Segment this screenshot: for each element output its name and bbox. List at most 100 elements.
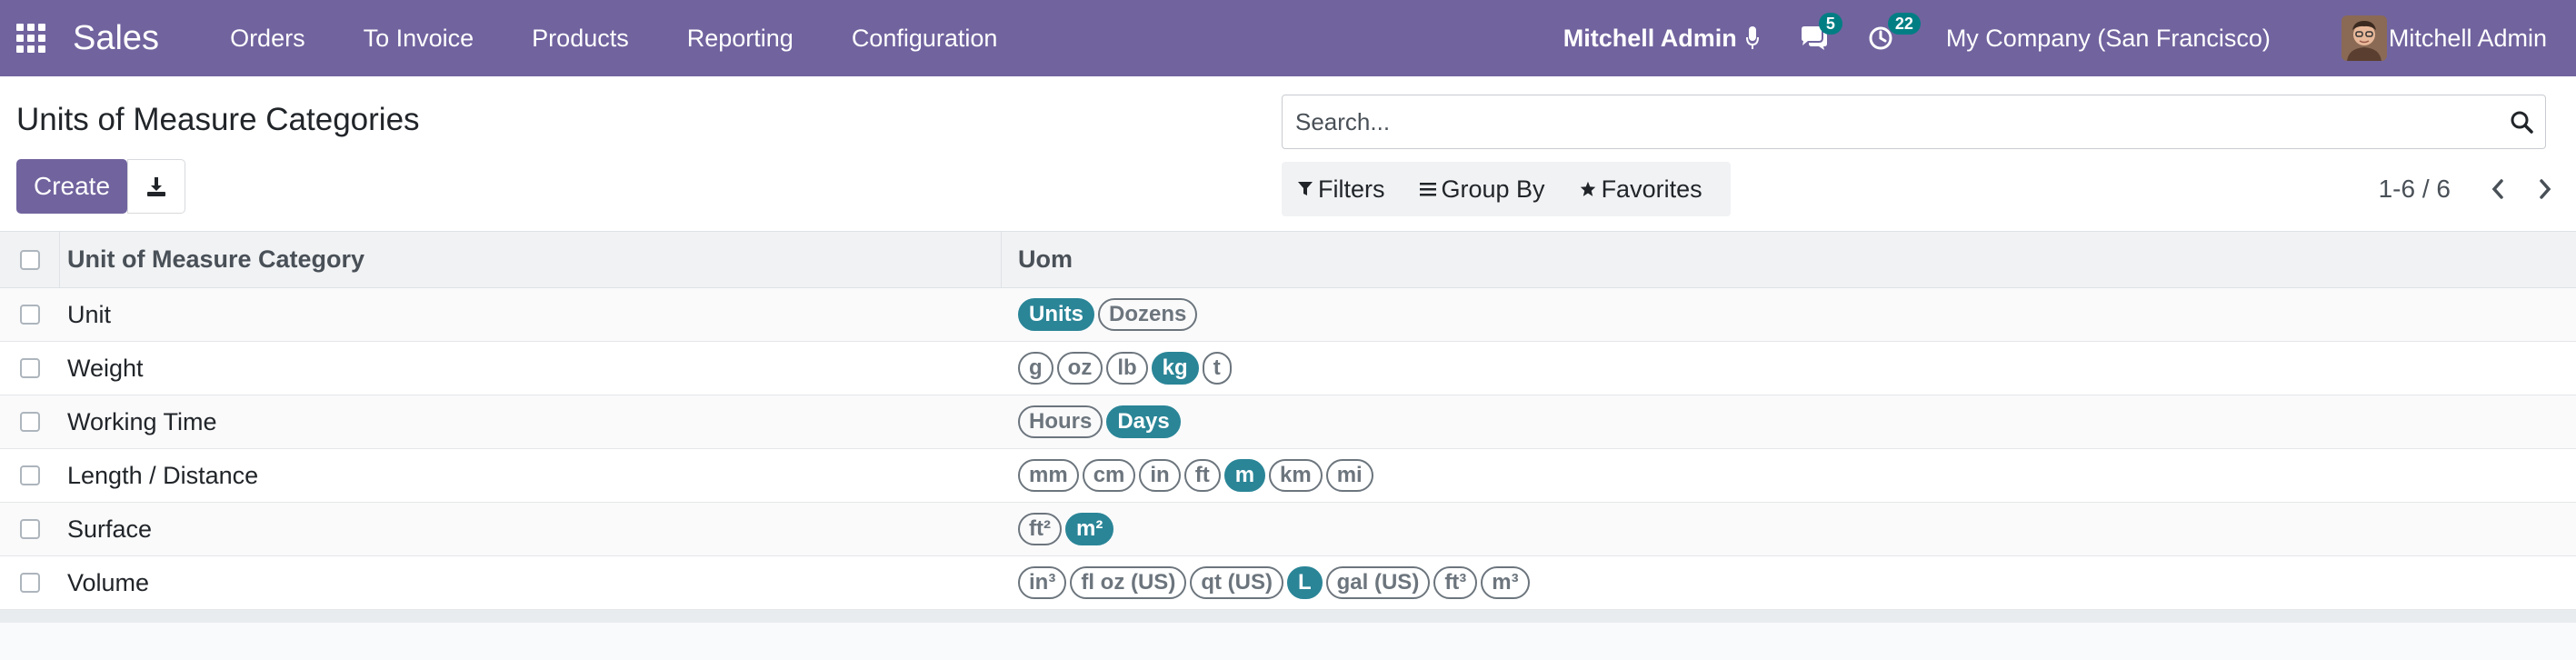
activities-menu[interactable]: 22: [1868, 13, 1921, 51]
pager-next-button[interactable]: [2529, 169, 2561, 209]
table-row[interactable]: Volume in³ fl oz (US) qt (US) Lgal (US) ft³ m³: [0, 556, 2576, 610]
create-button[interactable]: Create: [16, 159, 127, 214]
row-select-cell: [0, 342, 60, 395]
search-icon: [2511, 111, 2533, 134]
messages-badge: 5: [1818, 13, 1842, 35]
uom-tag: in: [1139, 459, 1181, 492]
cell-category[interactable]: Unit: [60, 288, 1002, 341]
row-checkbox[interactable]: [19, 412, 40, 432]
column-header-uom[interactable]: Uom: [1002, 232, 2576, 287]
uom-tags: in³ fl oz (US) qt (US) Lgal (US) ft³ m³: [1018, 566, 1533, 599]
column-header-category[interactable]: Unit of Measure Category: [60, 232, 1002, 287]
row-select-cell: [0, 288, 60, 341]
star-icon: [1580, 181, 1595, 196]
uom-tag: lb: [1106, 352, 1148, 385]
table-footer: [0, 610, 2576, 623]
group-by-label: Group By: [1441, 175, 1545, 203]
messages-menu[interactable]: 5: [1799, 13, 1842, 51]
uom-tag-reference: Days: [1106, 405, 1181, 438]
uom-tag: Hours: [1018, 405, 1103, 438]
uom-tag-reference: Units: [1018, 298, 1094, 331]
avatar[interactable]: [2341, 15, 2387, 61]
microphone-icon[interactable]: [1745, 26, 1759, 50]
search-button[interactable]: [2498, 95, 2545, 148]
select-all-cell: [0, 232, 60, 287]
uom-tags: ft² m²: [1018, 513, 1117, 545]
search-input[interactable]: [1283, 107, 2498, 136]
top-navbar: Sales Orders To Invoice Products Reporti…: [0, 0, 2576, 76]
uom-tag: in³: [1018, 566, 1067, 599]
control-panel: Units of Measure Categories Create Filte…: [0, 76, 2576, 232]
cell-category[interactable]: Length / Distance: [60, 449, 1002, 502]
uom-tag-reference: m²: [1064, 513, 1114, 545]
table-row[interactable]: Weight g oz lb kg t: [0, 342, 2576, 395]
cell-uom[interactable]: mm cm in ft m km mi: [1002, 449, 2576, 502]
company-switcher[interactable]: My Company (San Francisco): [1946, 25, 2271, 53]
uom-tag: fl oz (US): [1070, 566, 1187, 599]
menu-products[interactable]: Products: [532, 25, 629, 53]
row-checkbox[interactable]: [19, 573, 40, 593]
table-row[interactable]: Working Time Hours Days: [0, 395, 2576, 449]
user-menu[interactable]: Mitchell Admin: [2389, 25, 2547, 53]
page-title: Units of Measure Categories: [16, 102, 420, 137]
menu-reporting[interactable]: Reporting: [687, 25, 794, 53]
table-body: Unit Units Dozens Weight g oz lb kg t Working Tim…: [0, 288, 2576, 610]
user-name-strong: Mitchell Admin: [1563, 24, 1737, 52]
menu-orders[interactable]: Orders: [230, 25, 305, 53]
group-by-icon: [1419, 183, 1436, 196]
apps-grid-icon[interactable]: [16, 24, 45, 53]
cell-uom[interactable]: Units Dozens: [1002, 288, 2576, 341]
table-row[interactable]: Surface ft² m²: [0, 503, 2576, 556]
cell-category[interactable]: Weight: [60, 342, 1002, 395]
menu-configuration[interactable]: Configuration: [852, 25, 998, 53]
row-select-cell: [0, 449, 60, 502]
cell-category[interactable]: Volume: [60, 556, 1002, 609]
uom-tag: qt (US): [1190, 566, 1283, 599]
cell-category[interactable]: Surface: [60, 503, 1002, 555]
uom-tag: gal (US): [1325, 566, 1431, 599]
row-select-cell: [0, 395, 60, 448]
uom-tag-reference: L: [1286, 566, 1323, 599]
pager-value[interactable]: 1-6 / 6: [2379, 175, 2451, 204]
pager-previous-button[interactable]: [2481, 169, 2514, 209]
uom-tag: g: [1018, 352, 1053, 385]
uom-tag: ft³: [1433, 566, 1478, 599]
uom-tag: km: [1269, 459, 1323, 492]
pager: 1-6 / 6: [2379, 162, 2576, 216]
export-button[interactable]: [127, 159, 185, 214]
uom-tag-reference: m: [1223, 459, 1266, 492]
row-checkbox[interactable]: [19, 358, 40, 378]
row-checkbox[interactable]: [19, 305, 40, 325]
uom-tag: cm: [1082, 459, 1136, 492]
search-bar: [1282, 95, 2546, 149]
search-options-bar: Filters Group By Favorites: [1282, 162, 1731, 216]
menu-to-invoice[interactable]: To Invoice: [364, 25, 474, 53]
row-checkbox[interactable]: [19, 519, 40, 539]
favorites-label: Favorites: [1601, 175, 1702, 203]
cell-category[interactable]: Working Time: [60, 395, 1002, 448]
cell-uom[interactable]: g oz lb kg t: [1002, 342, 2576, 395]
uom-tags: mm cm in ft m km mi: [1018, 459, 1377, 492]
uom-tag: mm: [1018, 459, 1079, 492]
app-name[interactable]: Sales: [73, 19, 159, 58]
favorites-dropdown[interactable]: Favorites: [1580, 175, 1702, 204]
filter-icon: [1298, 182, 1313, 195]
table-row[interactable]: Unit Units Dozens: [0, 288, 2576, 342]
row-checkbox[interactable]: [19, 465, 40, 485]
uom-tags: Units Dozens: [1018, 298, 1201, 331]
table-row[interactable]: Length / Distance mm cm in ft m km mi: [0, 449, 2576, 503]
cell-uom[interactable]: in³ fl oz (US) qt (US) Lgal (US) ft³ m³: [1002, 556, 2576, 609]
row-select-cell: [0, 556, 60, 609]
uom-tag: Dozens: [1098, 298, 1198, 331]
chevron-left-icon: [2491, 179, 2503, 199]
row-select-cell: [0, 503, 60, 555]
uom-tag: m³: [1481, 566, 1530, 599]
cell-uom[interactable]: ft² m²: [1002, 503, 2576, 555]
uom-tag: ft²: [1018, 513, 1062, 545]
table-header: Unit of Measure Category Uom: [0, 232, 2576, 288]
uom-tag: oz: [1056, 352, 1103, 385]
select-all-checkbox[interactable]: [19, 249, 40, 270]
cell-uom[interactable]: Hours Days: [1002, 395, 2576, 448]
group-by-dropdown[interactable]: Group By: [1419, 175, 1545, 204]
filters-dropdown[interactable]: Filters: [1298, 175, 1385, 204]
